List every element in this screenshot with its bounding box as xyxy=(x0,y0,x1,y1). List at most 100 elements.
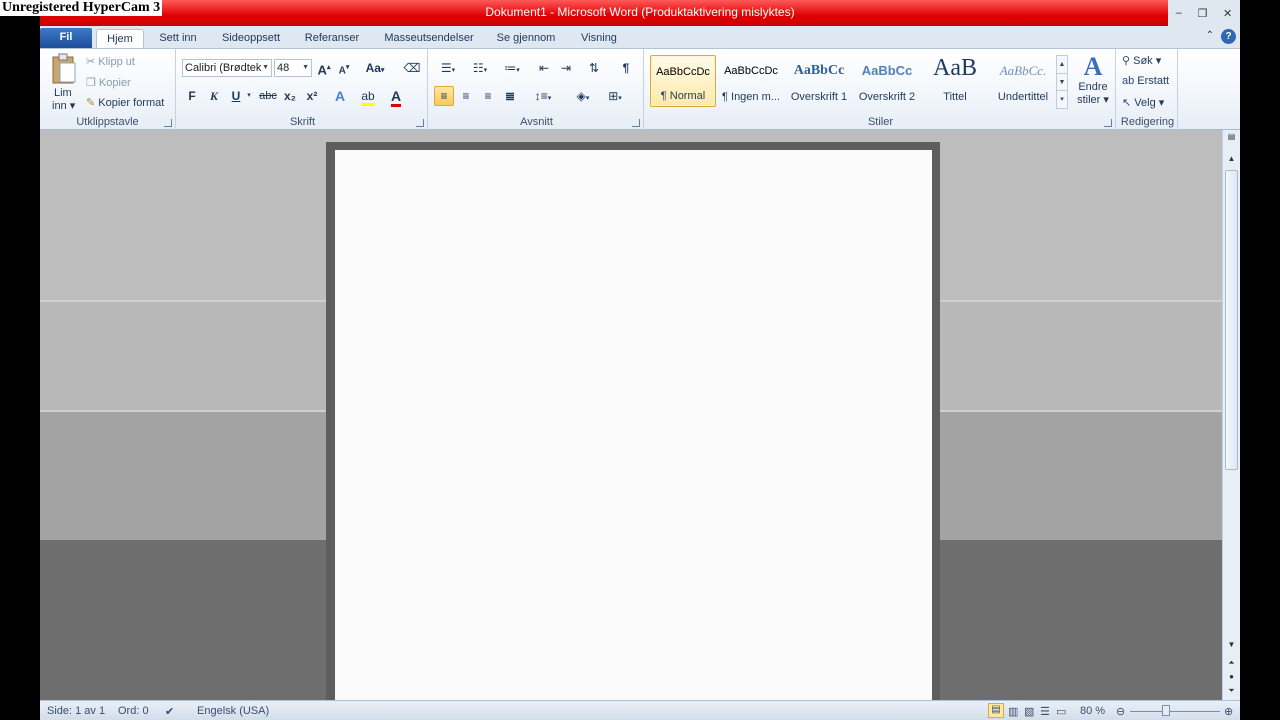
word-count[interactable]: Ord: 0 xyxy=(118,705,149,717)
styles-group-label: Stiler xyxy=(867,116,894,128)
line-spacing-icon[interactable]: ↕≡▾ xyxy=(530,86,556,106)
zoom-out-icon[interactable]: ⊖ xyxy=(1116,705,1125,718)
decrease-indent-icon[interactable]: ⇤ xyxy=(534,58,554,78)
find-button[interactable]: ⚲ Søk ▾ xyxy=(1122,54,1161,67)
paste-dropdown[interactable]: inn ▾ xyxy=(52,99,75,112)
replace-button[interactable]: ab Erstatt xyxy=(1122,75,1169,87)
select-button[interactable]: ↖ Velg ▾ xyxy=(1122,96,1164,109)
zoom-slider-handle[interactable] xyxy=(1162,705,1170,716)
tab-page-layout[interactable]: Sideoppsett xyxy=(214,29,288,48)
minimize-button[interactable]: – xyxy=(1176,7,1182,19)
cursor-icon: ↖ xyxy=(1122,97,1135,109)
numbering-icon[interactable]: ☷▾ xyxy=(466,58,494,78)
more-styles-icon[interactable]: ▾ xyxy=(1057,90,1067,107)
change-styles-button[interactable]: A Endre stiler ▾ xyxy=(1076,53,1110,107)
draft-icon[interactable]: ▭ xyxy=(1056,705,1066,718)
print-layout-icon[interactable]: ▤ xyxy=(988,703,1004,718)
grow-font-button[interactable]: A▴ xyxy=(314,58,334,78)
paragraph-launcher-icon[interactable] xyxy=(632,119,640,127)
styles-gallery-scroll[interactable]: ▲ ▼ ▾ xyxy=(1056,55,1068,109)
style-name: ¶ Normal xyxy=(660,90,706,102)
paste-label[interactable]: Lim xyxy=(54,87,72,99)
paste-icon[interactable] xyxy=(50,53,78,85)
style-heading-1[interactable]: AaBbCc Overskrift 1 xyxy=(786,55,852,107)
cut-button[interactable]: ✂ Klipp ut xyxy=(86,55,135,68)
clipboard-launcher-icon[interactable] xyxy=(164,119,172,127)
font-size-combo[interactable]: 48 ▼ xyxy=(274,59,312,77)
tab-insert[interactable]: Sett inn xyxy=(150,29,206,48)
next-page-icon[interactable]: ⏷ xyxy=(1223,686,1240,696)
align-right-icon[interactable]: ≡ xyxy=(478,86,498,106)
zoom-in-icon[interactable]: ⊕ xyxy=(1224,705,1233,718)
status-bar: Side: 1 av 1 Ord: 0 ✔ Engelsk (USA) ▤ ▥ … xyxy=(40,700,1240,720)
font-name-combo[interactable]: Calibri (Brødtek ▼ xyxy=(182,59,272,77)
style-heading-2[interactable]: AaBbCc Overskrift 2 xyxy=(854,55,920,107)
browse-object-icon[interactable]: ● xyxy=(1223,672,1240,681)
shading-icon[interactable]: ◈▾ xyxy=(570,86,596,106)
format-painter-button[interactable]: ✎ Kopier format xyxy=(86,96,164,109)
underline-dropdown-icon[interactable]: ▾ xyxy=(244,86,254,106)
chevron-down-icon[interactable]: ▼ xyxy=(1057,73,1067,90)
brush-icon: ✎ xyxy=(86,97,99,109)
full-screen-reading-icon[interactable]: ▥ xyxy=(1008,705,1018,718)
underline-button[interactable]: U xyxy=(226,86,246,106)
italic-button[interactable]: K xyxy=(204,86,224,106)
copy-button[interactable]: ❐ Kopier xyxy=(86,76,131,89)
page-count[interactable]: Side: 1 av 1 xyxy=(47,705,105,717)
tab-view[interactable]: Visning xyxy=(570,29,628,48)
align-left-icon[interactable]: ≡ xyxy=(434,86,454,106)
increase-indent-icon[interactable]: ⇥ xyxy=(556,58,576,78)
style-subtitle[interactable]: AaBbCc. Undertittel xyxy=(990,55,1056,107)
scroll-down-icon[interactable]: ▼ xyxy=(1223,640,1240,649)
tab-mailings[interactable]: Masseutsendelser xyxy=(376,29,482,48)
sort-icon[interactable]: ⇅ xyxy=(584,58,604,78)
ruler-toggle-icon[interactable]: ▤ xyxy=(1223,132,1240,141)
chevron-up-icon[interactable]: ▲ xyxy=(1057,56,1067,73)
highlight-icon[interactable]: ab xyxy=(358,86,378,106)
close-button[interactable]: ✕ xyxy=(1223,7,1232,20)
clear-formatting-icon[interactable]: ⌫ xyxy=(402,58,422,78)
proofing-icon[interactable]: ✔ xyxy=(165,705,174,718)
strikethrough-button[interactable]: abc xyxy=(258,86,278,106)
vertical-scrollbar[interactable]: ▤ ▲ ▼ ⏶ ● ⏷ xyxy=(1222,130,1240,700)
language[interactable]: Engelsk (USA) xyxy=(197,705,269,717)
change-case-button[interactable]: Aa▾ xyxy=(362,58,388,78)
styles-gallery: AaBbCcDc ¶ Normal AaBbCcDc ¶ Ingen m... … xyxy=(648,55,1068,109)
align-center-icon[interactable]: ≡ xyxy=(456,86,476,106)
zoom-slider[interactable] xyxy=(1130,711,1220,712)
outline-icon[interactable]: ☰ xyxy=(1040,705,1050,718)
web-layout-icon[interactable]: ▧ xyxy=(1024,705,1034,718)
restore-button[interactable]: ❐ xyxy=(1198,7,1208,20)
text-effects-icon[interactable]: A xyxy=(330,86,350,106)
show-formatting-button[interactable]: ¶ xyxy=(616,58,636,78)
style-name: Undertittel xyxy=(997,91,1049,103)
zoom-level[interactable]: 80 % xyxy=(1080,705,1105,717)
help-icon[interactable]: ? xyxy=(1221,29,1236,44)
previous-page-icon[interactable]: ⏶ xyxy=(1223,658,1240,668)
borders-icon[interactable]: ⊞▾ xyxy=(602,86,628,106)
multilevel-list-icon[interactable]: ≔▾ xyxy=(498,58,526,78)
tab-home[interactable]: Hjem xyxy=(96,29,144,48)
format-painter-label: Kopier format xyxy=(98,97,165,109)
bold-button[interactable]: F xyxy=(182,86,202,106)
style-title[interactable]: AaB Tittel xyxy=(922,55,988,107)
style-normal[interactable]: AaBbCcDc ¶ Normal xyxy=(650,55,716,107)
superscript-button[interactable]: x² xyxy=(302,86,322,106)
tab-file[interactable]: Fil xyxy=(40,28,92,48)
style-no-spacing[interactable]: AaBbCcDc ¶ Ingen m... xyxy=(718,55,784,107)
bullets-icon[interactable]: ☰▾ xyxy=(434,58,462,78)
window-controls: – ❐ ✕ xyxy=(1168,0,1240,26)
minimize-ribbon-icon[interactable]: ⌃ xyxy=(1206,30,1214,41)
tab-references[interactable]: Referanser xyxy=(296,29,368,48)
scroll-up-icon[interactable]: ▲ xyxy=(1223,154,1240,163)
subscript-button[interactable]: x₂ xyxy=(280,86,300,106)
document-page[interactable] xyxy=(335,150,932,700)
styles-launcher-icon[interactable] xyxy=(1104,119,1112,127)
font-color-icon[interactable]: A xyxy=(386,86,406,107)
tab-review[interactable]: Se gjennom xyxy=(490,29,562,48)
font-launcher-icon[interactable] xyxy=(416,119,424,127)
editing-group: ⚲ Søk ▾ ab Erstatt ↖ Velg ▾ Redigering xyxy=(1118,49,1178,130)
scroll-thumb[interactable] xyxy=(1225,170,1238,470)
shrink-font-button[interactable]: A▾ xyxy=(334,58,354,78)
justify-icon[interactable]: ≣ xyxy=(500,86,520,106)
